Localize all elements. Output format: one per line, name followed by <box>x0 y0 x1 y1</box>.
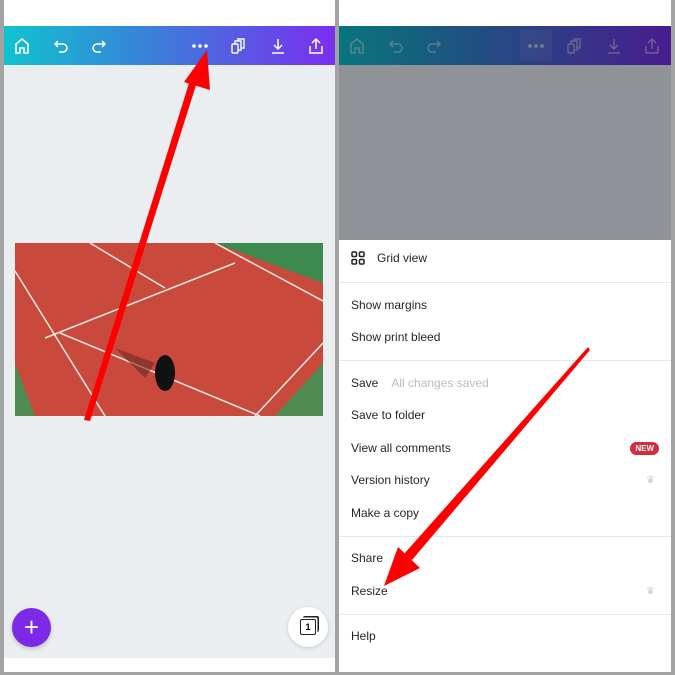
duplicate-icon[interactable] <box>222 26 254 65</box>
home-icon[interactable] <box>6 26 38 65</box>
design-canvas[interactable]: + 1 <box>4 65 335 658</box>
more-icon[interactable] <box>184 26 216 65</box>
grid-icon <box>351 251 365 265</box>
menu-item-help[interactable]: Help <box>351 622 659 650</box>
menu-item-view-all-comments[interactable]: View all comments NEW <box>351 434 659 462</box>
menu-label: Grid view <box>377 251 428 265</box>
plus-icon: + <box>23 612 40 642</box>
menu-label: Help <box>351 629 376 643</box>
share-icon[interactable] <box>300 26 332 65</box>
download-icon[interactable] <box>262 26 294 65</box>
divider <box>339 536 671 537</box>
menu-label: Version history <box>351 473 430 487</box>
top-toolbar <box>4 26 335 65</box>
menu-label: View all comments <box>351 441 451 455</box>
add-element-button[interactable]: + <box>12 608 51 647</box>
menu-label: Save to folder <box>351 408 426 422</box>
crown-icon: ♛ <box>646 585 655 597</box>
pages-button[interactable]: 1 <box>288 607 328 647</box>
editor-panel: + 1 <box>4 0 335 672</box>
divider <box>339 282 671 283</box>
menu-label: Make a copy <box>351 506 420 520</box>
menu-label: Share <box>351 551 384 565</box>
menu-item-save-to-folder[interactable]: Save to folder <box>351 401 659 429</box>
page-count: 1 <box>300 619 316 635</box>
redo-icon[interactable] <box>83 26 115 65</box>
divider <box>339 614 671 615</box>
menu-label: Resize <box>351 584 388 598</box>
save-status: All changes saved <box>391 376 489 390</box>
new-badge: NEW <box>630 441 659 455</box>
menu-label: Save <box>351 376 379 390</box>
menu-item-resize[interactable]: Resize ♛ <box>351 577 659 605</box>
menu-label: Show print bleed <box>351 330 441 344</box>
crown-icon: ♛ <box>646 474 655 486</box>
menu-label: Show margins <box>351 298 428 312</box>
undo-icon[interactable] <box>45 26 77 65</box>
menu-item-grid-view[interactable]: Grid view <box>351 244 659 272</box>
menu-item-version-history[interactable]: Version history ♛ <box>351 466 659 494</box>
menu-panel: Grid view Show margins Show print bleed … <box>339 0 671 672</box>
menu-item-show-print-bleed[interactable]: Show print bleed <box>351 323 659 351</box>
divider <box>339 360 671 361</box>
toolbar-dim-overlay <box>339 26 671 65</box>
menu-item-save[interactable]: Save All changes saved <box>351 369 659 397</box>
tennis-court-photo[interactable] <box>15 243 323 416</box>
menu-item-share[interactable]: Share <box>351 544 659 572</box>
menu-item-show-margins[interactable]: Show margins <box>351 291 659 319</box>
more-menu: Grid view Show margins Show print bleed … <box>339 240 671 672</box>
backdrop[interactable] <box>339 65 671 240</box>
menu-item-make-a-copy[interactable]: Make a copy <box>351 499 659 527</box>
